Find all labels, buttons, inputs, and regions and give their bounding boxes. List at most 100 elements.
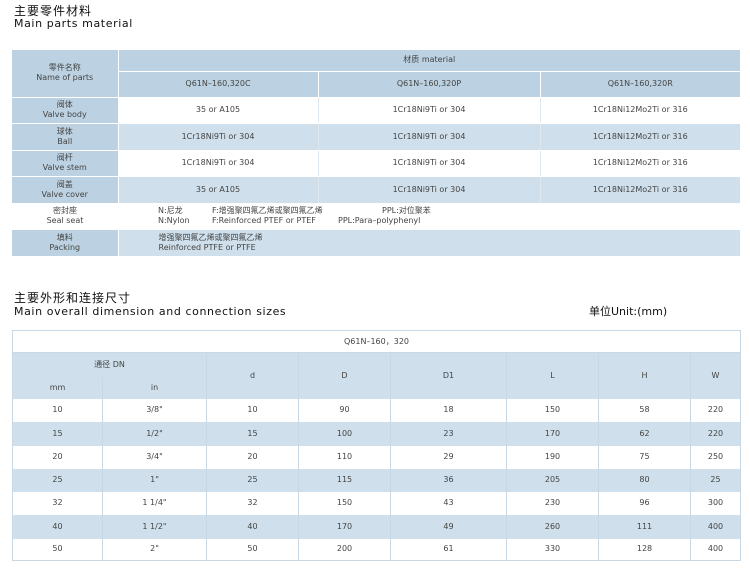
part-name: 密封座 Seal seat xyxy=(12,203,118,230)
cell: 25 xyxy=(206,468,299,492)
table-row: 10 3/8" 10 90 18 150 58 220 xyxy=(12,398,741,422)
model-r: Q61N–160,320R xyxy=(539,71,741,98)
parts-header-cn: 零件名称 xyxy=(48,63,81,73)
cell: 1/2" xyxy=(102,421,207,446)
cell: 18 xyxy=(390,398,507,422)
cell: 1" xyxy=(102,468,207,492)
parts-header-en: Name of parts xyxy=(36,73,94,83)
dn-mm-header: mm xyxy=(12,376,103,399)
cell: 1Cr18Ni9Ti or 304 xyxy=(317,123,540,151)
cell: 100 xyxy=(298,421,391,446)
cell: 1Cr18Ni9Ti or 304 xyxy=(317,97,540,124)
cell: 36 xyxy=(390,468,507,492)
packing-row: 填料 Packing 增强聚四氟乙烯或聚四氟乙烯 Reinforced PTFE … xyxy=(12,229,741,257)
cell: 49 xyxy=(390,514,507,539)
table-row: 阀杆 Valve stem 1Cr18Ni9Ti or 304 1Cr18Ni9T… xyxy=(12,150,741,177)
col-D: D xyxy=(298,352,391,399)
model-c: Q61N–160,320C xyxy=(118,71,318,98)
cell: 32 xyxy=(206,491,299,515)
part-name: 球体 Ball xyxy=(12,123,119,151)
cell: 40 xyxy=(206,514,299,539)
cell: 35 or A105 xyxy=(118,176,318,204)
cell: 20 xyxy=(12,445,103,469)
col-L: L xyxy=(506,352,599,399)
dn-header: 通径 DN xyxy=(12,352,207,377)
cell: 1Cr18Ni12Mo2Ti or 316 xyxy=(539,97,741,124)
parts-header: 零件名称 Name of parts xyxy=(12,50,119,98)
part-name: 填料 Packing xyxy=(12,229,119,257)
cell: 150 xyxy=(506,398,599,422)
cell: 128 xyxy=(598,538,691,561)
cell: 250 xyxy=(690,445,741,469)
table-row: 阀体 Valve body 35 or A105 1Cr18Ni9Ti or 30… xyxy=(12,97,741,124)
cell: 25 xyxy=(12,468,103,492)
cell: 25 xyxy=(690,468,741,492)
material-header: 材质 material xyxy=(118,50,741,72)
table-row: 40 1 1/2" 40 170 49 260 111 400 xyxy=(12,514,741,539)
cell: 200 xyxy=(298,538,391,561)
cell: 1 1/4" xyxy=(102,491,207,515)
cell: 43 xyxy=(390,491,507,515)
table-row: 20 3/4" 20 110 29 190 75 250 xyxy=(12,445,741,469)
section2-title-cn: 主要外形和连接尺寸 xyxy=(14,291,132,305)
cell: 1 1/2" xyxy=(102,514,207,539)
cell: 220 xyxy=(690,398,741,422)
cell: 230 xyxy=(506,491,599,515)
cell: 111 xyxy=(598,514,691,539)
dimension-table: Q61N–160，320 通径 DN d D D1 L H W mm in 10… xyxy=(12,330,741,561)
table-row: 25 1" 25 115 36 205 80 25 xyxy=(12,468,741,492)
table-row: 阀盖 Valve cover 35 or A105 1Cr18Ni9Ti or 3… xyxy=(12,176,741,204)
cell: 1Cr18Ni12Mo2Ti or 316 xyxy=(539,123,741,151)
cell: 1Cr18Ni9Ti or 304 xyxy=(317,150,540,177)
cell: 400 xyxy=(690,514,741,539)
cell: 23 xyxy=(390,421,507,446)
col-H: H xyxy=(598,352,691,399)
seal-seat-row: 密封座 Seal seat N:尼龙 F:增强聚四氟乙烯或聚四氟乙烯 PPL:对位聚苯… xyxy=(12,203,741,230)
model-header: Q61N–160，320 xyxy=(12,330,741,353)
dn-in-header: in xyxy=(102,376,207,399)
cell: 10 xyxy=(12,398,103,422)
cell: 61 xyxy=(390,538,507,561)
cell: 190 xyxy=(506,445,599,469)
cell: 3/4" xyxy=(102,445,207,469)
cell: 2" xyxy=(102,538,207,561)
cell: 3/8" xyxy=(102,398,207,422)
cell: 220 xyxy=(690,421,741,446)
cell: 32 xyxy=(12,491,103,515)
cell: 170 xyxy=(298,514,391,539)
table-row: 32 1 1/4" 32 150 43 230 96 300 xyxy=(12,491,741,515)
col-W: W xyxy=(690,352,741,399)
cell: 150 xyxy=(298,491,391,515)
cell: 205 xyxy=(506,468,599,492)
part-name: 阀杆 Valve stem xyxy=(12,150,119,177)
table-row: 球体 Ball 1Cr18Ni9Ti or 304 1Cr18Ni9Ti or 3… xyxy=(12,123,741,151)
cell: 90 xyxy=(298,398,391,422)
cell: 62 xyxy=(598,421,691,446)
cell: 15 xyxy=(12,421,103,446)
section2-title-en: Main overall dimension and connection si… xyxy=(14,305,287,318)
packing-note: 增强聚四氟乙烯或聚四氟乙烯 Reinforced PTFE or PTFE xyxy=(118,229,741,257)
cell: 1Cr18Ni12Mo2Ti or 316 xyxy=(539,176,741,204)
cell: 110 xyxy=(298,445,391,469)
cell: 260 xyxy=(506,514,599,539)
cell: 1Cr18Ni9Ti or 304 xyxy=(118,123,318,151)
unit-label: 单位Unit:(mm) xyxy=(589,305,668,318)
cell: 400 xyxy=(690,538,741,561)
parts-material-table: 零件名称 Name of parts 材质 material Q61N–160,… xyxy=(12,50,741,257)
cell: 80 xyxy=(598,468,691,492)
cell: 300 xyxy=(690,491,741,515)
cell: 35 or A105 xyxy=(118,97,318,124)
cell: 50 xyxy=(206,538,299,561)
section1-title-en: Main parts material xyxy=(14,17,133,30)
cell: 1Cr18Ni9Ti or 304 xyxy=(118,150,318,177)
cell: 1Cr18Ni12Mo2Ti or 316 xyxy=(539,150,741,177)
table-row: 50 2" 50 200 61 330 128 400 xyxy=(12,538,741,561)
cell: 10 xyxy=(206,398,299,422)
cell: 1Cr18Ni9Ti or 304 xyxy=(317,176,540,204)
cell: 75 xyxy=(598,445,691,469)
cell: 20 xyxy=(206,445,299,469)
cell: 40 xyxy=(12,514,103,539)
cell: 15 xyxy=(206,421,299,446)
col-d: d xyxy=(206,352,299,399)
col-D1: D1 xyxy=(390,352,507,399)
